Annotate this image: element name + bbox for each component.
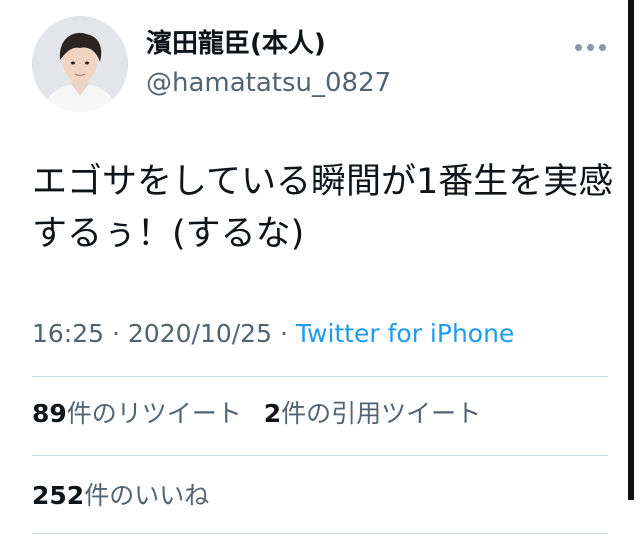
likes-stats-row: 252件のいいね	[32, 478, 209, 514]
divider	[32, 533, 608, 534]
tweet-detail: 濱田龍臣(本人) @hamatatsu_0827 エゴサをしている瞬間が1番生を…	[0, 0, 640, 536]
avatar[interactable]	[32, 16, 128, 112]
profile-photo-icon	[32, 16, 128, 112]
tweet-date[interactable]: 2020/10/25	[128, 319, 272, 348]
meta-separator: ·	[112, 319, 120, 348]
tweet-source-link[interactable]: Twitter for iPhone	[296, 319, 514, 348]
quotes-label: 件の引用ツイート	[281, 399, 482, 428]
retweets-count: 89	[32, 399, 67, 428]
likes-count: 252	[32, 481, 85, 510]
likes-stat[interactable]: 252件のいいね	[32, 481, 209, 510]
retweets-label: 件のリツイート	[66, 399, 242, 428]
tweet-time[interactable]: 16:25	[32, 319, 104, 348]
window-edge	[628, 0, 634, 500]
meta-separator: ·	[279, 319, 288, 348]
retweet-stats-row: 89件のリツイート 2件の引用ツイート	[32, 396, 481, 432]
user-handle[interactable]: @hamatatsu_0827	[146, 66, 391, 100]
divider	[32, 376, 608, 377]
tweet-text: エゴサをしている瞬間が1番生を実感するぅ！(するな)	[32, 162, 614, 254]
likes-label: 件のいいね	[84, 481, 210, 510]
retweets-stat[interactable]: 89件のリツイート	[32, 399, 242, 428]
divider	[32, 455, 608, 456]
quotes-count: 2	[263, 399, 282, 428]
tweet-meta: 16:25 · 2020/10/25 · Twitter for iPhone	[32, 316, 514, 352]
more-options-icon[interactable]	[572, 38, 608, 58]
quotes-stat[interactable]: 2件の引用ツイート	[264, 399, 481, 428]
display-name[interactable]: 濱田龍臣(本人)	[146, 27, 326, 61]
